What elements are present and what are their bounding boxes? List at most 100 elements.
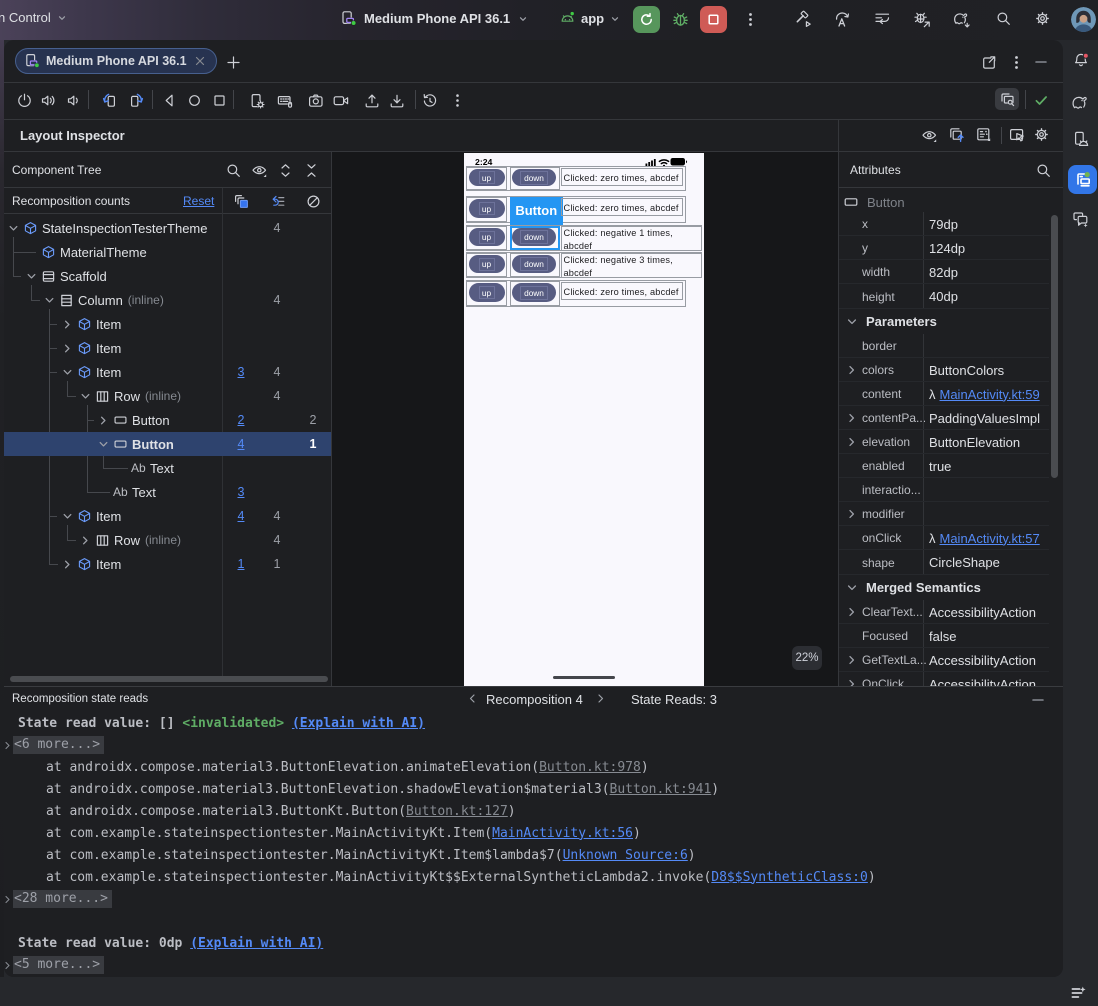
tree-row-item[interactable]: Item 4 4 [4,504,331,528]
chevron-down-icon[interactable] [77,384,93,408]
down-button[interactable]: down [512,283,556,302]
down-button[interactable]: down [512,228,556,246]
volume-up-icon[interactable] [40,92,57,109]
tree-row-item[interactable]: Item [4,336,331,360]
recomposition-count-link[interactable]: 1 [230,552,252,576]
hide-panel-icon[interactable] [1033,54,1049,70]
download-icon[interactable] [388,92,406,110]
tree-horizontal-scrollbar[interactable] [10,676,328,682]
screen-record-icon[interactable] [332,92,350,110]
recomposition-count-link[interactable]: 4 [230,504,252,528]
attribute-value-link[interactable]: MainActivity.kt:59 [940,387,1040,402]
tree-row-text[interactable]: Ab Text [4,456,331,480]
apply-code-changes-icon[interactable] [873,10,892,29]
tree-row-materialtheme[interactable]: MaterialTheme [4,240,331,264]
tree-row-row[interactable]: Row (inline) 4 [4,528,331,552]
chevron-right-icon[interactable] [95,408,111,432]
tab-options-icon[interactable] [1008,54,1025,71]
explain-with-ai-link[interactable]: (Explain with AI) [292,716,425,731]
attribute-row-width[interactable]: width 82dp [839,260,1049,284]
rotate-left-icon[interactable] [102,92,120,110]
running-device-tab[interactable]: Medium Phone API 36.1 [15,48,217,74]
chevron-down-icon[interactable] [5,216,21,240]
chevron-right-icon[interactable] [844,604,860,620]
previous-recomposition-icon[interactable] [466,692,479,705]
attach-debugger-icon[interactable] [913,10,933,30]
stack-frame-link[interactable]: D8$$SyntheticClass:0 [711,870,868,885]
tree-row-item[interactable]: Item 1 1 [4,552,331,576]
recomposition-counts-icon[interactable] [233,193,250,210]
collapsed-frames[interactable]: <5 more...> [13,956,105,974]
vcs-widget[interactable]: n Control [0,10,68,25]
event-log-icon[interactable] [1069,984,1087,1002]
expand-frames-icon[interactable] [3,961,12,970]
gradle-icon[interactable] [1070,93,1092,115]
build-run-icon[interactable] [795,10,814,29]
chevron-down-icon[interactable] [844,580,860,596]
inspector-settings-icon[interactable] [1033,126,1050,143]
chevron-right-icon[interactable] [77,528,93,552]
search-icon[interactable] [225,162,242,179]
attribute-row-focused[interactable]: Focused false [839,624,1049,648]
down-button[interactable]: down [512,255,556,273]
debug-button[interactable] [670,9,691,30]
attribute-row-cleartext[interactable]: ClearText... AccessibilityAction [839,600,1049,624]
collapsed-frames[interactable]: <6 more...> [13,736,105,754]
tree-row-button[interactable]: Button 4 1 [4,432,331,456]
minimize-panel-icon[interactable] [1030,692,1046,708]
next-recomposition-icon[interactable] [594,692,607,705]
layout-inspector-toggle-button[interactable] [995,88,1019,110]
running-devices-icon[interactable] [1071,130,1090,149]
search-icon[interactable] [995,10,1012,27]
search-icon[interactable] [1035,162,1052,179]
virtual-input-icon[interactable] [276,92,295,111]
up-button[interactable]: up [468,228,505,246]
attribute-row-height[interactable]: height 40dp [839,284,1049,309]
chevron-right-icon[interactable] [59,552,75,576]
recomposition-count-link[interactable]: 2 [230,408,252,432]
expand-frames-icon[interactable] [3,741,12,750]
tree-row-button[interactable]: Button 2 2 [4,408,331,432]
up-button[interactable]: up [468,199,505,218]
apply-changes-icon[interactable] [833,10,852,29]
collapse-all-icon[interactable] [303,162,320,179]
recomposition-count-link[interactable]: 4 [230,432,252,456]
disable-highlight-icon[interactable] [305,193,322,210]
run-configuration-selector[interactable]: app [559,10,621,27]
close-icon[interactable] [193,54,207,68]
expand-all-icon[interactable] [277,162,294,179]
avatar[interactable] [1071,7,1096,32]
stack-frame-link[interactable]: Button.kt:941 [610,782,712,797]
chevron-down-icon[interactable] [844,314,860,330]
stack-frame-link[interactable]: Unknown Source:6 [563,848,688,863]
power-icon[interactable] [16,92,33,109]
tree-row-column[interactable]: Column (inline) 4 [4,288,331,312]
tree-row-item[interactable]: Item 3 4 [4,360,331,384]
stack-frame-link[interactable]: Button.kt:978 [539,760,641,775]
attribute-row-border[interactable]: border [839,334,1049,358]
nav-home-icon[interactable] [186,92,203,109]
attribute-row-enabled[interactable]: enabled true [839,454,1049,478]
up-button[interactable]: up [468,169,505,186]
device-settings-icon[interactable] [248,92,266,110]
expand-frames-icon[interactable] [3,895,12,904]
chevron-down-icon[interactable] [41,288,57,312]
layout-inspector-stripe-button[interactable] [1068,165,1097,194]
tree-row-scaffold[interactable]: Scaffold [4,264,331,288]
recomposition-count-link[interactable]: 3 [230,480,252,504]
attribute-row-gettextla[interactable]: GetTextLa... AccessibilityAction [839,648,1049,672]
tree-row-item[interactable]: Item [4,312,331,336]
screenshot-icon[interactable] [307,92,325,110]
recomposition-skips-icon[interactable] [269,193,286,210]
gradle-sync-icon[interactable] [952,10,973,31]
tree-row-row[interactable]: Row (inline) 4 [4,384,331,408]
chevron-down-icon[interactable] [95,432,111,456]
chevron-down-icon[interactable] [23,264,39,288]
attribute-row-content[interactable]: content λ MainActivity.kt:59 [839,382,1049,406]
nav-recents-icon[interactable] [211,92,228,109]
attribute-row-x[interactable]: x 79dp [839,212,1049,236]
tree-row-stateinspectiontestertheme[interactable]: StateInspectionTesterTheme 4 [4,216,331,240]
attribute-row-elevation[interactable]: elevation ButtonElevation [839,430,1049,454]
export-snapshot-icon[interactable] [948,126,966,144]
ai-assistant-icon[interactable] [1071,210,1090,229]
